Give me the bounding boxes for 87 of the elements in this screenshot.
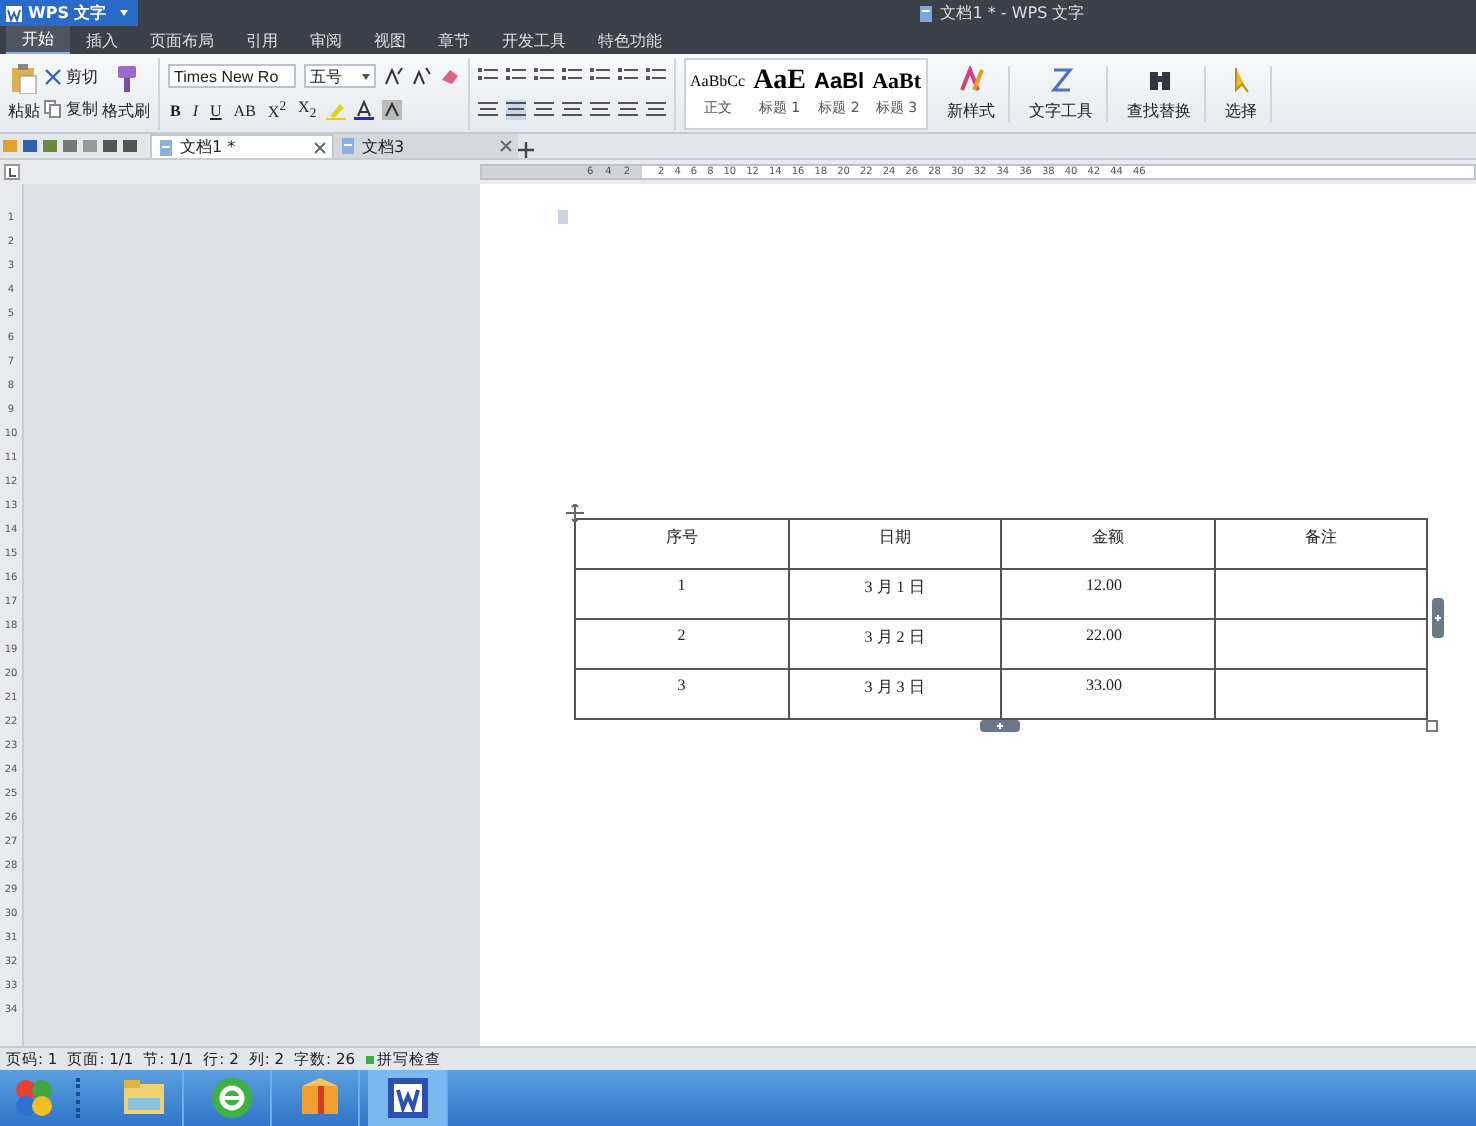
paragraph-mark-icon <box>556 210 572 226</box>
menu-tab[interactable]: 特色功能 <box>582 26 678 54</box>
resize-handle-icon[interactable] <box>1426 720 1438 732</box>
style-preview[interactable]: AaE <box>753 69 807 93</box>
table-cell: 1 <box>575 569 788 619</box>
letter-style-icon <box>957 65 986 93</box>
clipboard-icon <box>10 64 38 94</box>
align-text-icon[interactable] <box>478 100 498 120</box>
font-name-dropdown[interactable]: Times New Ro <box>168 64 296 88</box>
indent-icon[interactable] <box>646 66 666 86</box>
table-header-cell: 备注 <box>1214 519 1427 569</box>
table-header-cell: 日期 <box>788 519 1001 569</box>
menu-tab[interactable]: 章节 <box>422 26 486 54</box>
eraser-icon[interactable] <box>440 66 460 86</box>
table-cell: 3 月 2 日 <box>788 619 1001 669</box>
ruler-tab-icon[interactable] <box>4 164 20 180</box>
style-preview[interactable]: AaBl <box>814 69 865 93</box>
menu-tab[interactable]: 审阅 <box>294 26 358 54</box>
ribbon-command-button[interactable]: 选择 <box>1213 65 1272 121</box>
table-cell: 2 <box>575 619 788 669</box>
table-header-cell: 序号 <box>575 519 788 569</box>
document-tab[interactable]: 文档3 <box>334 134 518 158</box>
writer-app-icon[interactable] <box>383 1074 431 1122</box>
move-handle-icon[interactable] <box>566 504 584 522</box>
table-cell: 33.00 <box>1001 669 1214 719</box>
window-title: 文档1 * - WPS 文字 <box>940 2 1085 24</box>
align-text-icon[interactable] <box>646 100 666 120</box>
menu-tab[interactable]: 插入 <box>70 26 134 54</box>
add-tab-icon[interactable] <box>518 142 534 158</box>
indent-icon[interactable] <box>534 66 554 86</box>
add-row-handle-icon[interactable] <box>980 720 1020 732</box>
document-icon <box>918 5 935 21</box>
format-button[interactable]: X$^{2}$ <box>265 99 289 121</box>
list-icon[interactable] <box>506 66 526 86</box>
document-tab[interactable]: 文档1 * <box>150 134 334 158</box>
list-icon[interactable] <box>478 66 498 86</box>
shrink-font-icon[interactable] <box>412 66 432 86</box>
format-button[interactable]: X$_{2}$ <box>296 98 319 122</box>
text-tool-icon <box>1047 65 1076 93</box>
table-cell: 3 月 1 日 <box>788 569 1001 619</box>
cut-button[interactable]: 剪切 <box>44 66 98 88</box>
align-text-icon[interactable] <box>618 100 638 120</box>
menu-tab[interactable]: 引用 <box>230 26 294 54</box>
copy-button[interactable]: 复制 <box>44 98 98 120</box>
paint-brush-icon <box>112 64 140 94</box>
table-header-cell: 金额 <box>1001 519 1214 569</box>
ribbon-command-button[interactable]: 新样式 <box>935 65 1010 121</box>
browser-icon[interactable] <box>207 1074 255 1122</box>
style-preview[interactable]: AaBt <box>872 69 922 93</box>
character-shading-icon[interactable] <box>382 100 403 120</box>
style-preview[interactable]: AaBbCc <box>690 69 746 93</box>
menu-tab[interactable]: 开发工具 <box>486 26 582 54</box>
ribbon-command-button[interactable]: 查找替换 <box>1115 65 1206 121</box>
indent-icon[interactable] <box>618 66 638 86</box>
font-size-dropdown[interactable]: 五号 <box>304 64 376 88</box>
table-cell: 3 月 3 日 <box>788 669 1001 719</box>
font-color-icon[interactable] <box>354 100 375 120</box>
align-text-icon[interactable] <box>506 100 526 120</box>
close-icon[interactable] <box>500 140 512 152</box>
w-logo-icon <box>6 5 22 21</box>
grow-font-icon[interactable] <box>384 66 404 86</box>
align-text-icon[interactable] <box>562 100 582 120</box>
paste-button[interactable]: 粘贴 <box>8 64 40 122</box>
format-button[interactable]: I <box>190 101 201 119</box>
indent-icon[interactable] <box>590 66 610 86</box>
menu-tab[interactable]: 页面布局 <box>134 26 230 54</box>
table-cell: 22.00 <box>1001 619 1214 669</box>
ribbon-command-button[interactable]: 文字工具 <box>1017 65 1108 121</box>
menu-tab[interactable]: 开始 <box>6 26 70 54</box>
align-text-icon[interactable] <box>590 100 610 120</box>
start-orb-icon[interactable] <box>12 1076 56 1120</box>
close-icon[interactable] <box>314 141 326 153</box>
copy-icon <box>44 100 62 118</box>
table-cell: 12.00 <box>1001 569 1214 619</box>
format-button[interactable]: B <box>168 101 183 119</box>
table-cell: 3 <box>575 669 788 719</box>
document-icon <box>340 138 356 154</box>
scissors-icon <box>44 68 62 86</box>
format-button[interactable]: U <box>208 101 224 119</box>
indent-icon[interactable] <box>562 66 582 86</box>
document-icon <box>158 139 174 155</box>
menu-tab[interactable]: 视图 <box>358 26 422 54</box>
app-menu-button[interactable]: WPS 文字 <box>0 0 139 26</box>
add-column-handle-icon[interactable] <box>1432 598 1444 638</box>
format-painter-button[interactable]: 格式刷 <box>102 64 150 122</box>
align-text-icon[interactable] <box>534 100 554 120</box>
format-button[interactable]: AB <box>231 101 258 119</box>
